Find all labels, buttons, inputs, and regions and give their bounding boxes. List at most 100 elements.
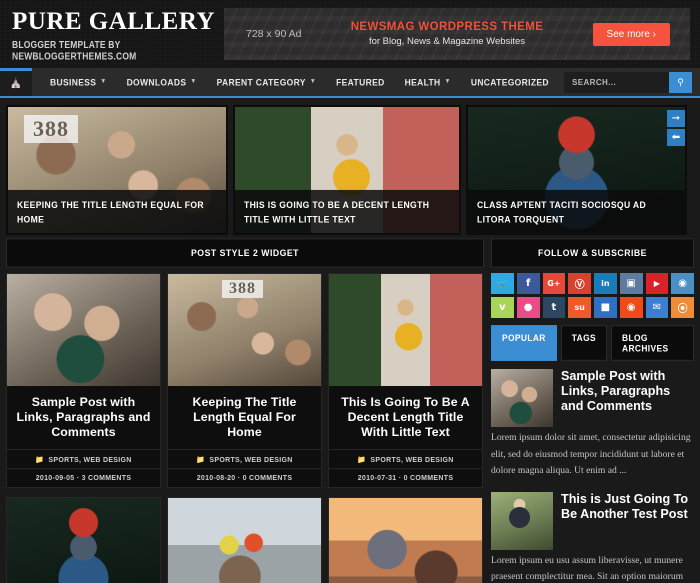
email-icon[interactable]: ✉ <box>645 297 669 318</box>
arrow-right-icon[interactable]: ➞ <box>667 110 685 127</box>
post-thumbnail[interactable] <box>7 498 160 583</box>
tab-tags[interactable]: Tags <box>560 325 607 361</box>
social-icons: 🐦 f G+ Ⓥ in ▣ ▶ ◉ v ● t su ■ ◉ ✉ ⦿ <box>491 273 694 318</box>
vimeo-icon[interactable]: v <box>491 297 514 318</box>
nav-label: Parent Category <box>216 76 306 88</box>
google-plus-icon[interactable]: G+ <box>542 273 566 294</box>
search-icon[interactable]: ⚲ <box>669 71 692 93</box>
page-root: PURE GALLERY Blogger Template by NewBlog… <box>0 0 700 583</box>
widget-title-follow-subscribe: Follow & Subscribe <box>491 238 694 268</box>
header-ad-banner[interactable]: 728 x 90 Ad NEWSMAG WORDPRESS THEME for … <box>224 8 690 60</box>
popular-post-item[interactable]: Sample Post with Links, Paragraphs and C… <box>491 369 694 480</box>
home-icon[interactable]: ⛪ <box>0 68 32 96</box>
featured-slide-2[interactable]: This is going to be a decent length titl… <box>233 105 461 235</box>
featured-slider: 388 Keeping The Title Length Equal For H… <box>0 98 700 239</box>
search-input[interactable] <box>564 71 669 93</box>
tab-blog-archives[interactable]: Blog Archives <box>611 325 694 361</box>
image-number-badge: 388 <box>222 280 263 298</box>
post-card[interactable]: Sample Post with Links, Paragraphs and C… <box>6 273 161 488</box>
post-thumbnail[interactable] <box>329 274 482 386</box>
popular-post-thumbnail[interactable] <box>491 491 553 550</box>
nav-item-downloads[interactable]: Downloads ▼ <box>117 76 207 87</box>
site-title: PURE GALLERY <box>12 7 216 35</box>
arrow-left-icon[interactable]: ⬅ <box>667 129 685 146</box>
nav-item-business[interactable]: Business ▼ <box>40 76 117 87</box>
post-grid: Sample Post with Links, Paragraphs and C… <box>6 273 484 583</box>
post-card[interactable]: This Is Going To Be A Decent Length Titl… <box>328 273 483 488</box>
image-number-badge: 388 <box>24 115 78 143</box>
nav-item-parent-category[interactable]: Parent Category ▼ <box>207 76 326 87</box>
dribbble-icon[interactable]: ● <box>516 297 540 318</box>
popular-post-title[interactable]: This is Just Going To Be Another Test Po… <box>561 492 694 550</box>
popular-post-thumbnail[interactable] <box>491 369 553 427</box>
post-title[interactable]: Sample Post with Links, Paragraphs and C… <box>7 386 160 450</box>
main-column: Post Style 2 Widget Sample Post with Lin… <box>6 238 484 583</box>
popular-post-title[interactable]: Sample Post with Links, Paragraphs and C… <box>561 369 694 427</box>
post-card[interactable] <box>328 497 483 583</box>
facebook-icon[interactable]: f <box>516 273 540 294</box>
post-date-comments: 2010-08-20 · 0 Comments <box>168 468 321 488</box>
nav-label: Downloads <box>126 76 187 88</box>
featured-slide-3[interactable]: ➞ ⬅ Class aptent taciti sociosqu ad lito… <box>466 105 687 235</box>
featured-caption: Keeping The Title Length Equal For Home <box>8 189 226 233</box>
popular-post-excerpt: Lorem ipsum eu usu assum liberavisse, ut… <box>491 554 684 583</box>
sidebar-tabs: Popular Tags Blog Archives <box>491 325 694 361</box>
post-date-comments: 2010-07-31 · 0 Comments <box>329 468 482 488</box>
site-header: PURE GALLERY Blogger Template by NewBlog… <box>0 0 700 68</box>
post-thumbnail[interactable] <box>168 498 321 583</box>
instagram-icon[interactable]: ▣ <box>619 273 643 294</box>
ad-see-more-button[interactable]: See more › <box>592 22 670 46</box>
twitter-icon[interactable]: 🐦 <box>491 273 514 294</box>
nav-label: Featured <box>336 76 385 88</box>
post-category-label: Sports, Web Design <box>48 456 132 464</box>
slider-controls: ➞ ⬅ <box>667 110 685 146</box>
ad-size-label: 728 x 90 Ad <box>246 28 302 40</box>
nav-label: Health <box>404 76 441 88</box>
widget-title-post-style-2: Post Style 2 Widget <box>6 238 484 268</box>
tab-popular[interactable]: Popular <box>491 325 557 361</box>
pinterest-icon[interactable]: Ⓥ <box>568 273 591 294</box>
post-card[interactable] <box>6 497 161 583</box>
post-category-label: Sports, Web Design <box>209 456 293 464</box>
post-card[interactable] <box>167 497 322 583</box>
ad-title: NEWSMAG WORDPRESS THEME <box>350 21 544 33</box>
post-thumbnail[interactable]: 388 <box>168 274 321 386</box>
post-card[interactable]: 388 Keeping The Title Length Equal For H… <box>167 273 322 488</box>
folder-icon: 📁 <box>35 456 45 465</box>
post-title[interactable]: This Is Going To Be A Decent Length Titl… <box>329 386 482 450</box>
ad-description: for Blog, News & Magazine Websites <box>368 36 526 47</box>
popular-post-head: This is Just Going To Be Another Test Po… <box>491 491 694 550</box>
popular-post-item[interactable]: This is Just Going To Be Another Test Po… <box>491 491 694 583</box>
github-icon[interactable]: ◉ <box>671 273 694 294</box>
post-title[interactable]: Keeping The Title Length Equal For Home <box>168 386 321 450</box>
post-categories: 📁 Sports, Web Design <box>329 449 482 470</box>
nav-item-uncategorized[interactable]: Uncategorized <box>461 76 559 87</box>
reddit-icon[interactable]: ◉ <box>619 297 643 318</box>
youtube-icon[interactable]: ▶ <box>645 273 669 294</box>
chevron-down-icon: ▼ <box>444 78 451 86</box>
folder-icon: 📁 <box>196 456 206 465</box>
rss-icon[interactable]: ⦿ <box>671 297 694 318</box>
nav-item-featured[interactable]: Featured <box>326 76 394 87</box>
sidebar: Follow & Subscribe 🐦 f G+ Ⓥ in ▣ ▶ ◉ v ●… <box>491 238 694 583</box>
popular-post-excerpt: Lorem ipsum dolor sit amet, consectetur … <box>491 432 691 476</box>
post-category-label: Sports, Web Design <box>370 456 454 464</box>
nav-item-health[interactable]: Health ▼ <box>395 76 461 87</box>
chevron-down-icon: ▼ <box>100 78 107 86</box>
featured-slide-1[interactable]: 388 Keeping The Title Length Equal For H… <box>6 105 228 235</box>
post-date-comments: 2010-09-05 · 3 Comments <box>7 468 160 488</box>
featured-caption: Class aptent taciti sociosqu ad litora t… <box>468 189 685 233</box>
delicious-icon[interactable]: ■ <box>594 297 617 318</box>
chevron-down-icon: ▼ <box>190 78 197 86</box>
post-thumbnail[interactable] <box>7 274 160 386</box>
ad-copy: NEWSMAG WORDPRESS THEME for Blog, News &… <box>301 21 592 47</box>
post-categories: 📁 Sports, Web Design <box>7 449 160 470</box>
stumbleupon-icon[interactable]: su <box>568 297 591 318</box>
content-area: Post Style 2 Widget Sample Post with Lin… <box>0 238 700 583</box>
folder-icon: 📁 <box>357 456 367 465</box>
post-categories: 📁 Sports, Web Design <box>168 449 321 470</box>
post-thumbnail[interactable] <box>329 498 482 583</box>
linkedin-icon[interactable]: in <box>594 273 617 294</box>
site-branding[interactable]: PURE GALLERY Blogger Template by NewBlog… <box>12 7 220 62</box>
tumblr-icon[interactable]: t <box>542 297 566 318</box>
